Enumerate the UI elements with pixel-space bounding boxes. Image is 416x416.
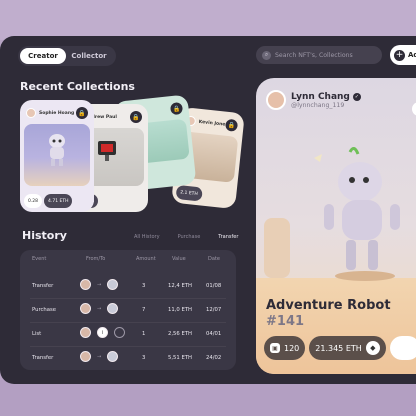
row-event: Transfer — [32, 355, 54, 361]
avatar — [107, 303, 119, 314]
row-divider — [30, 346, 226, 347]
avatar — [80, 351, 91, 362]
search-input[interactable]: Search NFT's, Collections — [275, 52, 353, 59]
ethereum-icon: ◆ — [365, 341, 380, 355]
avatar — [80, 279, 91, 290]
lock-icon[interactable]: 🔒 — [130, 111, 142, 123]
lock-icon[interactable]: 🔒 — [169, 101, 184, 116]
nft-id: #141 — [266, 314, 305, 329]
column-event: Event — [32, 256, 47, 262]
eth-value: 2.1 ETH — [180, 189, 199, 197]
table-row[interactable]: Purchase → 7 11,0 ETH 12/07 — [20, 300, 236, 320]
nft-owner[interactable]: Lynn Chang ✓ @lynnchang_119 — [266, 90, 361, 110]
row-event: Purchase — [32, 307, 57, 313]
table-header: Event From/To Amount Value Date — [20, 256, 236, 266]
arrow-right-icon: → — [97, 353, 102, 360]
from-to: i — [80, 327, 125, 338]
add-button[interactable]: + Ad — [390, 45, 416, 65]
column-amount: Amount — [136, 256, 156, 262]
owner-name: Lynn Chang — [291, 91, 350, 102]
nft-title: Adventure Robot — [266, 298, 391, 313]
featured-nft-card[interactable]: Lynn Chang ✓ @lynnchang_119 Adventure Rob… — [256, 78, 416, 374]
arrow-right-icon: → — [97, 305, 102, 312]
robot-illustration — [49, 133, 65, 166]
filter-transfer[interactable]: Transfer — [218, 234, 238, 240]
image-icon: ▣ — [270, 343, 280, 353]
row-date: 24/02 — [206, 355, 222, 361]
card-owner-name: Kevin Jones — [198, 119, 229, 128]
from-to: → — [80, 351, 119, 362]
table-row[interactable]: Transfer → 3 5,51 ETH 24/02 — [20, 348, 236, 368]
price-pill[interactable]: 21.345 ETH ◆ — [309, 336, 386, 360]
tab-collector[interactable]: Collector — [66, 48, 112, 64]
row-amount: 3 — [142, 355, 146, 361]
row-event: List — [32, 331, 42, 337]
history-title: History — [22, 229, 67, 242]
history-filters: All History Purchase Transfer — [134, 234, 256, 240]
verified-icon: ✓ — [352, 92, 361, 101]
plus-icon: + — [394, 49, 405, 61]
eth-chip: 2.1 ETH — [175, 184, 203, 202]
row-divider — [30, 322, 226, 323]
table-row[interactable]: Transfer → 3 12,4 ETH 01/08 — [20, 276, 236, 296]
arrow-right-icon: → — [97, 281, 102, 288]
filter-purchase[interactable]: Purchase — [178, 234, 201, 240]
column-from-to: From/To — [86, 256, 106, 262]
row-value: 12,4 ETH — [168, 283, 193, 289]
avatar — [80, 303, 91, 314]
row-value: 5,51 ETH — [168, 355, 193, 361]
adventure-robot-illustration — [314, 147, 400, 281]
price-value: 21.345 ETH — [315, 343, 362, 353]
row-value: 11,0 ETH — [168, 307, 193, 313]
avatar — [26, 108, 36, 118]
tab-creator[interactable]: Creator — [20, 48, 66, 64]
row-value: 2,56 ETH — [168, 331, 193, 337]
search-icon: ⌕ — [262, 50, 271, 60]
row-date: 12/07 — [206, 307, 222, 313]
background-bottom — [0, 380, 416, 416]
eth-value: 4.71 ETH — [48, 198, 69, 204]
column-date: Date — [208, 256, 220, 262]
nft-actions: ▣ 120 21.345 ETH ◆ — [264, 336, 416, 360]
card-image — [24, 124, 90, 186]
tv-illustration — [98, 141, 116, 162]
row-amount: 7 — [142, 307, 146, 313]
recent-collections-title: Recent Collections — [20, 80, 135, 93]
row-amount: 1 — [142, 331, 146, 337]
row-date: 01/08 — [206, 283, 222, 289]
add-button-label: Ad — [408, 51, 416, 59]
price-value: 0.28 — [28, 198, 39, 204]
avatar — [80, 327, 91, 338]
pillar-decoration — [264, 218, 290, 278]
avatar — [107, 351, 119, 362]
likes-count: 120 — [284, 343, 300, 353]
history-table: Event From/To Amount Value Date Transfer… — [20, 250, 236, 370]
column-value: Value — [172, 256, 186, 262]
row-divider — [30, 298, 226, 299]
price-chip: 0.28 — [24, 194, 43, 208]
likes-pill[interactable]: ▣ 120 — [264, 336, 306, 360]
background-top — [0, 0, 416, 40]
lock-icon[interactable]: 🔒 — [224, 118, 239, 132]
from-to: → — [80, 303, 119, 314]
row-event: Transfer — [32, 283, 54, 289]
buy-button[interactable] — [389, 336, 416, 360]
search-bar[interactable]: ⌕ Search NFT's, Collections — [256, 46, 382, 64]
role-tabs: Creator Collector — [18, 46, 116, 66]
lock-icon[interactable]: 🔒 — [76, 107, 88, 119]
avatar — [266, 90, 286, 110]
owner-handle: @lynnchang_119 — [291, 101, 345, 109]
info-icon: i — [97, 327, 108, 338]
table-row[interactable]: List i 1 2,56 ETH 04/01 — [20, 324, 236, 344]
from-to: → — [80, 279, 119, 290]
row-amount: 3 — [142, 283, 146, 289]
card-owner-name: Sophie Hoang — [39, 110, 75, 116]
filter-all-history[interactable]: All History — [134, 234, 160, 240]
empty-avatar — [114, 327, 125, 338]
eth-chip: 4.71 ETH — [44, 194, 73, 208]
avatar — [107, 279, 119, 290]
collection-card[interactable]: Sophie Hoang 🔒 0.28 4.71 ETH — [20, 100, 94, 212]
row-date: 04/01 — [206, 331, 222, 337]
